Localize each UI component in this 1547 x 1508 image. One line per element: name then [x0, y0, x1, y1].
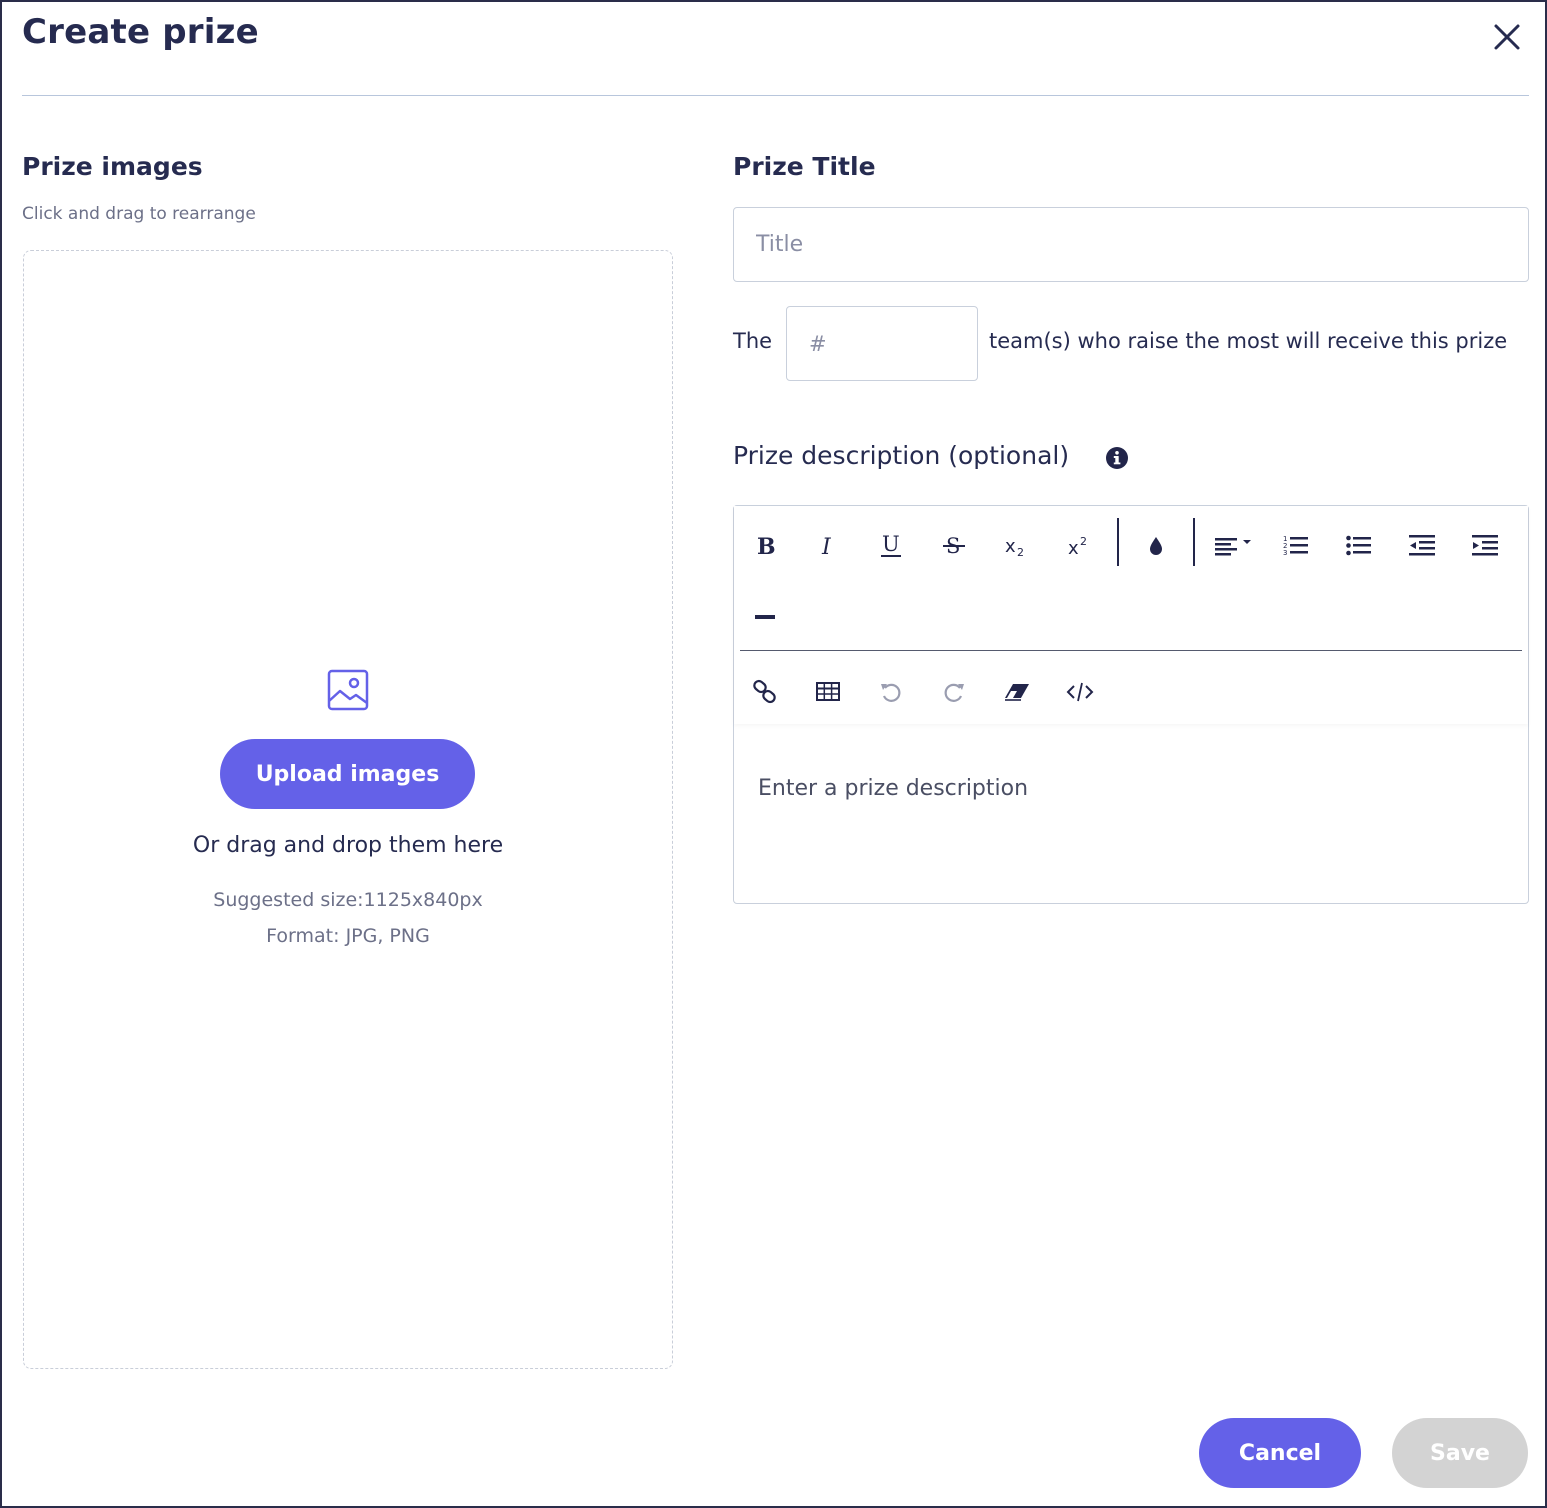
toolbar-separator — [1117, 518, 1119, 566]
image-icon — [326, 668, 370, 712]
unordered-list-icon[interactable] — [1339, 526, 1379, 566]
undo-icon[interactable] — [871, 672, 911, 712]
superscript-icon[interactable]: x2 — [1060, 526, 1100, 566]
indent-icon[interactable] — [1465, 526, 1505, 566]
horizontal-rule-icon[interactable] — [745, 597, 785, 637]
header-divider — [22, 95, 1529, 96]
svg-text:B: B — [757, 534, 776, 558]
drag-drop-text: Or drag and drop them here — [192, 833, 504, 858]
save-button[interactable]: Save — [1392, 1418, 1528, 1488]
suggested-size-text: Suggested size:1125x840px — [213, 889, 483, 911]
text-color-icon[interactable] — [1136, 526, 1176, 566]
subscript-icon[interactable]: x2 — [997, 526, 1037, 566]
code-view-icon[interactable] — [1060, 672, 1100, 712]
strikethrough-icon[interactable]: S — [934, 526, 974, 566]
redo-icon[interactable] — [934, 672, 974, 712]
bold-icon[interactable]: B — [745, 526, 785, 566]
rearrange-hint: Click and drag to rearrange — [22, 204, 256, 224]
close-button[interactable] — [1486, 16, 1528, 58]
table-icon[interactable] — [808, 672, 848, 712]
clear-format-icon[interactable] — [997, 672, 1037, 712]
teams-prefix: The — [733, 329, 773, 353]
align-icon[interactable] — [1210, 526, 1260, 566]
toolbar-separator — [1193, 518, 1195, 566]
teams-suffix: team(s) who raise the most will receive … — [989, 329, 1508, 353]
prize-images-label: Prize images — [22, 152, 203, 181]
prize-title-input[interactable] — [733, 207, 1529, 282]
dialog-title: Create prize — [22, 12, 259, 52]
close-icon — [1494, 24, 1520, 50]
italic-icon[interactable]: I — [808, 526, 848, 566]
upload-images-button[interactable]: Upload images — [220, 739, 475, 809]
ordered-list-icon[interactable]: 1 2 3 — [1276, 526, 1316, 566]
format-text: Format: JPG, PNG — [266, 925, 430, 947]
underline-icon[interactable]: U — [871, 526, 911, 566]
cancel-button[interactable]: Cancel — [1199, 1418, 1361, 1488]
prize-title-label: Prize Title — [733, 152, 876, 181]
svg-text:x: x — [1005, 536, 1016, 557]
toolbar-divider — [740, 650, 1522, 651]
svg-text:I: I — [821, 535, 832, 558]
outdent-icon[interactable] — [1402, 526, 1442, 566]
svg-text:2: 2 — [1080, 535, 1087, 548]
svg-text:x: x — [1068, 538, 1079, 559]
svg-text:U: U — [882, 532, 900, 556]
image-dropzone[interactable] — [23, 250, 673, 1369]
teams-count-input[interactable] — [786, 306, 978, 381]
prize-description-label: Prize description (optional) — [733, 441, 1070, 470]
info-icon[interactable] — [1105, 446, 1129, 470]
svg-text:3: 3 — [1283, 549, 1287, 557]
link-icon[interactable] — [745, 672, 785, 712]
svg-text:2: 2 — [1017, 546, 1024, 559]
description-placeholder: Enter a prize description — [758, 776, 1029, 801]
